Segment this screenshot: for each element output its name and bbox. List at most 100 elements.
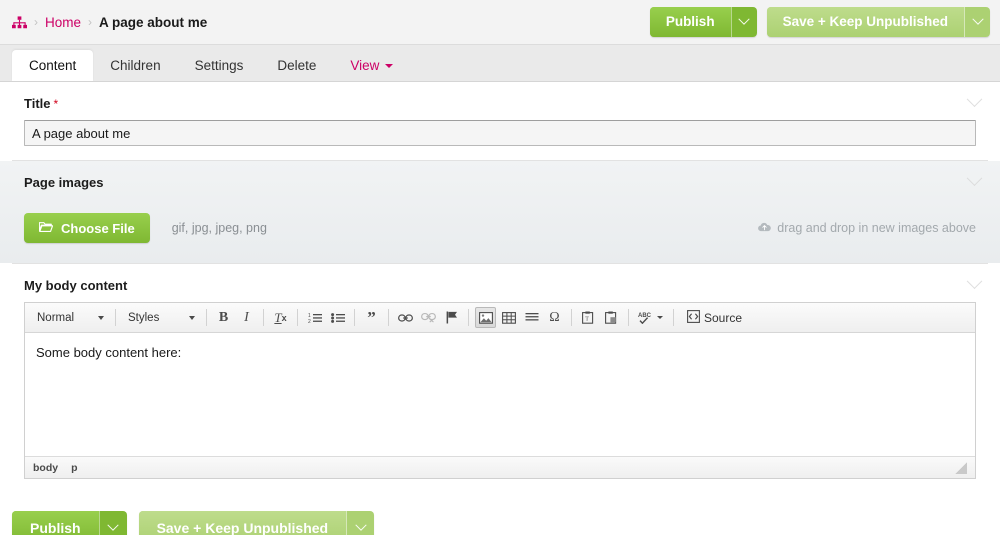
panel-title-collapse-chevron-down-icon[interactable]: [966, 91, 983, 108]
footer-publish-dropdown-chevron-down-icon[interactable]: [98, 511, 127, 535]
breadcrumb: › Home › A page about me: [12, 15, 207, 30]
numbered-list-icon[interactable]: 1 2: [304, 307, 325, 328]
toolbar-separator: [354, 309, 355, 326]
svg-text:T: T: [585, 317, 589, 323]
panel-page-images: Page images Choose File gif, jpg, jpeg, …: [0, 161, 1000, 264]
tab-settings[interactable]: Settings: [178, 50, 261, 81]
breadcrumb-separator-1: ›: [34, 15, 38, 29]
bulleted-list-icon[interactable]: [327, 307, 348, 328]
dropzone-hint: drag and drop in new images above: [758, 221, 976, 235]
tab-view[interactable]: View: [333, 50, 410, 81]
footer-actions: Publish Save + Keep Unpublished: [0, 493, 1000, 535]
unlink-icon[interactable]: [418, 307, 439, 328]
title-input[interactable]: [24, 120, 976, 146]
tab-children-label: Children: [110, 58, 161, 73]
toolbar-separator: [628, 309, 629, 326]
footer-keep-unpublished-button[interactable]: Save + Keep Unpublished: [138, 511, 347, 535]
tab-bar: Content Children Settings Delete View: [0, 45, 1000, 82]
image-icon[interactable]: [475, 307, 496, 328]
link-icon[interactable]: [395, 307, 416, 328]
editor-elements-path-bar: body p: [25, 456, 975, 478]
paragraph-format-value: Normal: [37, 311, 75, 324]
elements-path-p[interactable]: p: [71, 462, 77, 474]
editor-content-area[interactable]: Some body content here:: [25, 333, 975, 456]
panel-title-header: Title *: [12, 82, 988, 120]
toolbar-separator: [468, 309, 469, 326]
styles-chevron-down-icon: [189, 315, 195, 320]
toolbar-separator: [297, 309, 298, 326]
header-publish-dropdown-chevron-down-icon[interactable]: [730, 7, 757, 37]
panel-page-images-body: Choose File gif, jpg, jpeg, png drag and…: [12, 199, 988, 263]
panel-page-images-label: Page images: [24, 175, 104, 190]
svg-text:ABC: ABC: [638, 313, 652, 319]
folder-open-icon: [38, 221, 54, 236]
source-label: Source: [704, 310, 743, 325]
panel-body-content-collapse-chevron-down-icon[interactable]: [966, 273, 983, 290]
header-keep-unpublished-dropdown-chevron-down-icon[interactable]: [964, 7, 990, 37]
toolbar-separator: [263, 309, 264, 326]
header-actions: Publish Save + Keep Unpublished: [649, 7, 990, 37]
breadcrumb-current-page: A page about me: [99, 14, 208, 30]
top-bar: › Home › A page about me Publish Save + …: [0, 0, 1000, 45]
panel-body-content-header: My body content: [12, 264, 988, 302]
source-button[interactable]: Source: [680, 307, 749, 328]
form-content: Title * Page images: [0, 82, 1000, 493]
italic-icon[interactable]: I: [236, 307, 257, 328]
bold-icon[interactable]: B: [213, 307, 234, 328]
panel-title-label: Title: [24, 96, 51, 111]
panel-body-content-body: Normal Styles B I Tx 1 2 ” Ω T ABC Sourc…: [12, 302, 988, 493]
styles-value: Styles: [128, 311, 160, 324]
elements-path-body[interactable]: body: [33, 462, 58, 474]
tab-content-label: Content: [29, 58, 77, 73]
panel-page-images-header: Page images: [12, 161, 988, 199]
tab-view-label: View: [350, 58, 380, 73]
horizontal-rule-icon[interactable]: [521, 307, 542, 328]
paragraph-format-select[interactable]: Normal: [30, 307, 108, 328]
header-publish-split-button[interactable]: Publish: [649, 7, 757, 37]
panel-page-images-collapse-chevron-down-icon[interactable]: [966, 170, 983, 187]
editor-toolbar: Normal Styles B I Tx 1 2 ” Ω T ABC Sourc…: [25, 303, 975, 333]
blockquote-icon[interactable]: ”: [361, 307, 382, 328]
source-code-icon: [687, 309, 700, 326]
header-keep-unpublished-button[interactable]: Save + Keep Unpublished: [766, 7, 964, 37]
tab-children[interactable]: Children: [93, 50, 177, 81]
toolbar-separator: [673, 309, 674, 326]
footer-keep-unpublished-dropdown-chevron-down-icon[interactable]: [346, 511, 375, 535]
footer-keep-unpublished-split-button[interactable]: Save + Keep Unpublished: [138, 511, 375, 535]
toolbar-separator: [571, 309, 572, 326]
panel-title-body: [12, 120, 988, 160]
paragraph-format-chevron-down-icon: [98, 315, 104, 320]
choose-file-button[interactable]: Choose File: [24, 213, 150, 243]
editor-paragraph: Some body content here:: [36, 345, 182, 360]
allowed-file-types-label: gif, jpg, jpeg, png: [171, 221, 267, 235]
footer-publish-split-button[interactable]: Publish: [12, 511, 127, 535]
table-icon[interactable]: [498, 307, 519, 328]
choose-file-label: Choose File: [61, 220, 135, 236]
panel-body-content: My body content Normal Styles B I T x 1 …: [12, 264, 988, 493]
spellcheck-chevron-down-icon: [657, 316, 663, 319]
panel-title: Title *: [12, 82, 988, 161]
spellcheck-icon[interactable]: ABC: [635, 307, 667, 328]
svg-text:2: 2: [308, 319, 311, 324]
sitemap-icon[interactable]: [12, 16, 27, 30]
tab-view-chevron-down-icon: [385, 63, 394, 68]
panel-body-content-label: My body content: [24, 278, 128, 293]
tab-content[interactable]: Content: [12, 50, 94, 81]
toolbar-separator: [388, 309, 389, 326]
footer-publish-button[interactable]: Publish: [12, 511, 99, 535]
paste-as-text-icon[interactable]: T: [578, 307, 599, 328]
header-publish-button[interactable]: Publish: [649, 7, 731, 37]
toolbar-separator: [115, 309, 116, 326]
anchor-flag-icon[interactable]: [441, 307, 462, 328]
breadcrumb-home-link[interactable]: Home: [45, 15, 81, 30]
header-keep-unpublished-split-button[interactable]: Save + Keep Unpublished: [766, 7, 990, 37]
tab-settings-label: Settings: [194, 58, 244, 73]
special-character-icon[interactable]: Ω: [544, 307, 565, 328]
remove-format-icon[interactable]: Tx: [270, 307, 291, 328]
tab-delete[interactable]: Delete: [260, 50, 333, 81]
paste-from-word-icon[interactable]: [601, 307, 622, 328]
styles-select[interactable]: Styles: [121, 307, 199, 328]
resize-grip-icon[interactable]: [955, 461, 967, 474]
title-required-marker: *: [53, 96, 59, 111]
rich-text-editor: Normal Styles B I Tx 1 2 ” Ω T ABC Sourc…: [24, 302, 976, 479]
